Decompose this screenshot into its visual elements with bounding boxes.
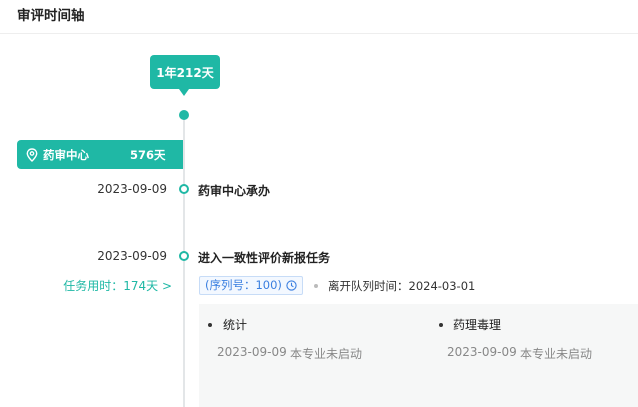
center-name: 药审中心 (43, 148, 89, 162)
center-bar: 药审中心 576天 (17, 140, 183, 169)
specialty-date: 2023-09-09 (217, 345, 287, 359)
event-date: 2023-09-09 (97, 182, 167, 196)
specialty-status: 本专业未启动 (290, 347, 363, 361)
center-days: 576天 (130, 148, 166, 162)
sequence-text: (序列号：100) (205, 278, 282, 292)
specialty-status: 本专业未启动 (520, 347, 593, 361)
total-duration-text: 1年212天 (156, 65, 214, 80)
leave-queue-time: 离开队列时间：2024-03-01 (328, 279, 476, 293)
task-time-link[interactable]: 任务用时：174天 > (17, 277, 172, 294)
event-title: 药审中心承办 (198, 184, 271, 198)
sequence-badge[interactable]: (序列号：100) (199, 276, 303, 295)
location-pin-icon (26, 148, 38, 162)
event-date: 2023-09-09 (97, 249, 167, 263)
event-title: 进入一致性评价新报任务 (198, 251, 331, 265)
timeline-line (183, 115, 185, 407)
separator-dot (314, 284, 318, 288)
specialty-name: 统计 (223, 318, 248, 332)
specialty-name: 药理毒理 (453, 318, 502, 332)
specialty-panel: 统计 2023-09-09 本专业未启动 药理毒理 2023-09-09 本专业… (199, 304, 638, 407)
bullet-icon (439, 323, 443, 327)
event-node-dot (179, 184, 189, 194)
page-title: 审评时间轴 (17, 8, 85, 24)
specialty-date: 2023-09-09 (447, 345, 517, 359)
event-node-dot (179, 251, 189, 261)
page-header: 审评时间轴 (0, 0, 638, 34)
total-duration-badge: 1年212天 (150, 55, 220, 96)
timeline-start-dot (179, 110, 189, 120)
bullet-icon (208, 323, 212, 327)
clock-icon (286, 280, 297, 291)
